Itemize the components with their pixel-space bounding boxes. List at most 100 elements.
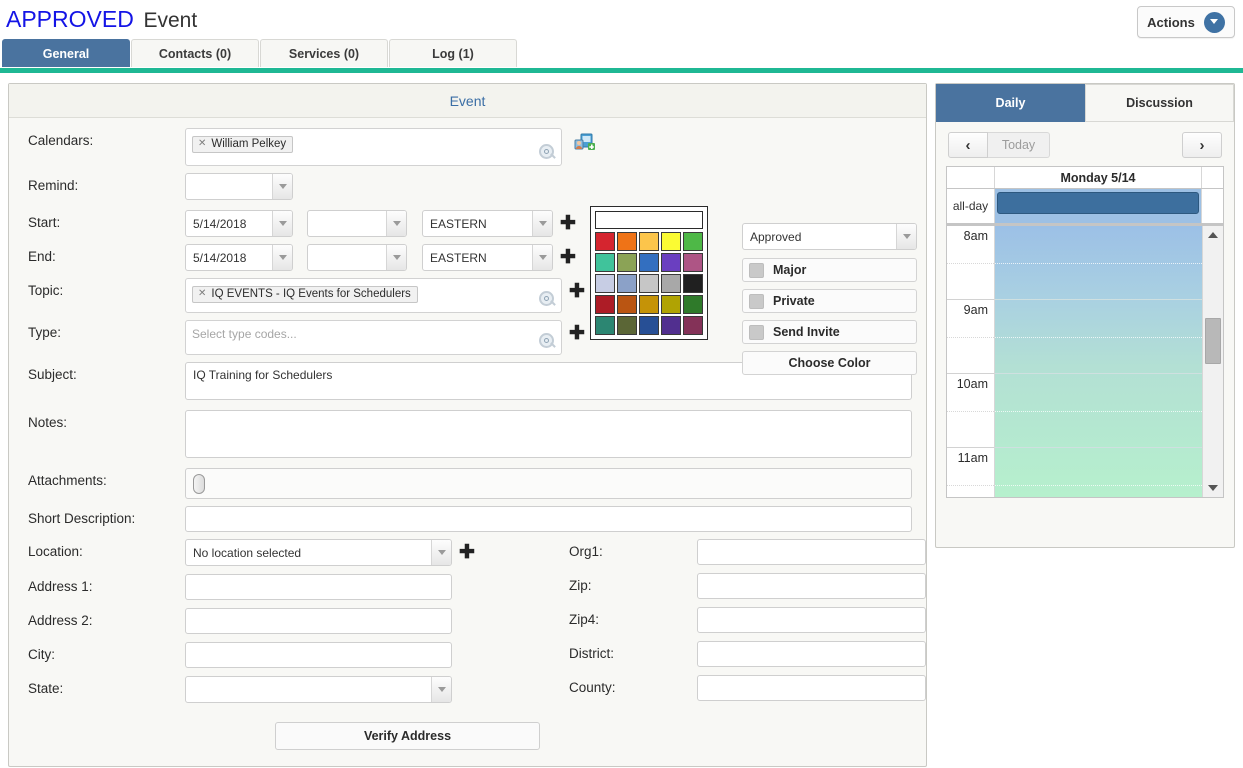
topic-input[interactable]: ✕ IQ EVENTS - IQ Events for Schedulers (185, 278, 562, 313)
district-input[interactable] (697, 641, 926, 667)
state-select[interactable] (185, 676, 452, 703)
all-day-slot[interactable] (995, 189, 1201, 223)
end-time-select[interactable] (307, 244, 407, 271)
chevron-down-icon[interactable] (386, 245, 406, 270)
remove-token-icon[interactable]: ✕ (198, 138, 206, 149)
send-invite-checkbox[interactable]: Send Invite (742, 320, 917, 344)
city-input[interactable] (185, 642, 452, 668)
location-select[interactable]: No location selected (185, 539, 452, 566)
start-timezone-select[interactable]: EASTERN (422, 210, 553, 237)
search-icon[interactable] (539, 291, 554, 306)
tab-contacts[interactable]: Contacts (0) (131, 39, 259, 67)
color-swatch[interactable] (617, 232, 637, 251)
scroll-up-icon[interactable] (1208, 232, 1218, 238)
org1-input[interactable] (697, 539, 926, 565)
paperclip-icon[interactable] (193, 473, 205, 494)
color-swatch[interactable] (639, 295, 659, 314)
color-swatch[interactable] (683, 232, 703, 251)
hour-slot[interactable] (995, 226, 1202, 300)
color-swatch[interactable] (595, 274, 615, 293)
color-swatch-selected[interactable] (595, 211, 703, 229)
color-swatch[interactable] (661, 316, 681, 335)
chevron-down-icon[interactable] (532, 211, 552, 236)
color-swatch[interactable] (617, 253, 637, 272)
color-swatch[interactable] (639, 316, 659, 335)
color-swatch[interactable] (617, 295, 637, 314)
calendar-scrollbar[interactable] (1202, 226, 1223, 497)
color-palette[interactable] (590, 206, 708, 340)
start-date-select[interactable]: 5/14/2018 (185, 210, 293, 237)
end-date-select[interactable]: 5/14/2018 (185, 244, 293, 271)
color-swatch[interactable] (595, 295, 615, 314)
actions-button[interactable]: Actions (1137, 6, 1235, 38)
chevron-down-icon[interactable] (272, 174, 292, 199)
scroll-down-icon[interactable] (1208, 485, 1218, 491)
choose-color-button[interactable]: Choose Color (742, 351, 917, 375)
chevron-down-icon[interactable] (272, 245, 292, 270)
approval-status-select[interactable]: Approved (742, 223, 917, 250)
tab-log[interactable]: Log (1) (389, 39, 517, 67)
color-swatch[interactable] (595, 232, 615, 251)
tab-daily[interactable]: Daily (936, 84, 1085, 122)
color-swatch[interactable] (639, 253, 659, 272)
major-checkbox[interactable]: Major (742, 258, 917, 282)
color-swatch[interactable] (683, 316, 703, 335)
private-checkbox[interactable]: Private (742, 289, 917, 313)
color-swatch[interactable] (617, 316, 637, 335)
chevron-left-icon[interactable]: ‹ (948, 132, 988, 158)
short-description-input[interactable] (185, 506, 912, 532)
color-swatch[interactable] (683, 274, 703, 293)
color-swatch[interactable] (683, 253, 703, 272)
add-calendar-person-icon[interactable] (574, 133, 596, 153)
hour-slot[interactable] (995, 374, 1202, 448)
color-swatch[interactable] (595, 253, 615, 272)
address2-input[interactable] (185, 608, 452, 634)
search-icon[interactable] (539, 333, 554, 348)
event-slot-column[interactable] (995, 226, 1202, 497)
color-swatch[interactable] (639, 232, 659, 251)
type-input[interactable]: Select type codes... (185, 320, 562, 355)
plus-icon[interactable]: ✚ (569, 282, 585, 301)
chevron-down-icon[interactable] (431, 540, 451, 565)
hour-slot[interactable] (995, 300, 1202, 374)
plus-icon[interactable]: ✚ (560, 248, 576, 267)
color-swatch[interactable] (661, 274, 681, 293)
remind-select[interactable] (185, 173, 293, 200)
attachments-dropzone[interactable] (185, 468, 912, 499)
chevron-down-icon[interactable] (896, 224, 916, 249)
color-swatch[interactable] (683, 295, 703, 314)
tab-general[interactable]: General (2, 39, 130, 67)
county-input[interactable] (697, 675, 926, 701)
calendar-token[interactable]: ✕ William Pelkey (192, 135, 294, 153)
topic-token[interactable]: ✕ IQ EVENTS - IQ Events for Schedulers (192, 285, 418, 303)
all-day-event-block[interactable] (997, 192, 1199, 214)
verify-address-button[interactable]: Verify Address (275, 722, 540, 750)
end-timezone-select[interactable]: EASTERN (422, 244, 553, 271)
chevron-down-icon[interactable] (386, 211, 406, 236)
zip-input[interactable] (697, 573, 926, 599)
chevron-down-icon[interactable] (431, 677, 451, 702)
zip4-input[interactable] (697, 607, 926, 633)
address1-input[interactable] (185, 574, 452, 600)
color-swatch[interactable] (661, 253, 681, 272)
plus-icon[interactable]: ✚ (459, 543, 475, 562)
plus-icon[interactable]: ✚ (560, 214, 576, 233)
search-icon[interactable] (539, 144, 554, 159)
tab-discussion[interactable]: Discussion (1085, 84, 1234, 122)
notes-input[interactable] (185, 410, 912, 458)
start-time-select[interactable] (307, 210, 407, 237)
color-swatch[interactable] (595, 316, 615, 335)
color-swatch[interactable] (617, 274, 637, 293)
scrollbar-thumb[interactable] (1205, 318, 1221, 364)
chevron-right-icon[interactable]: › (1182, 132, 1222, 158)
today-button[interactable]: Today (988, 132, 1050, 158)
chevron-down-icon[interactable] (272, 211, 292, 236)
chevron-down-icon[interactable] (532, 245, 552, 270)
color-swatch[interactable] (661, 295, 681, 314)
calendars-input[interactable]: ✕ William Pelkey (185, 128, 562, 166)
color-swatch[interactable] (639, 274, 659, 293)
color-swatch[interactable] (661, 232, 681, 251)
hour-slot[interactable] (995, 448, 1202, 497)
remove-token-icon[interactable]: ✕ (198, 288, 206, 299)
plus-icon[interactable]: ✚ (569, 324, 585, 343)
